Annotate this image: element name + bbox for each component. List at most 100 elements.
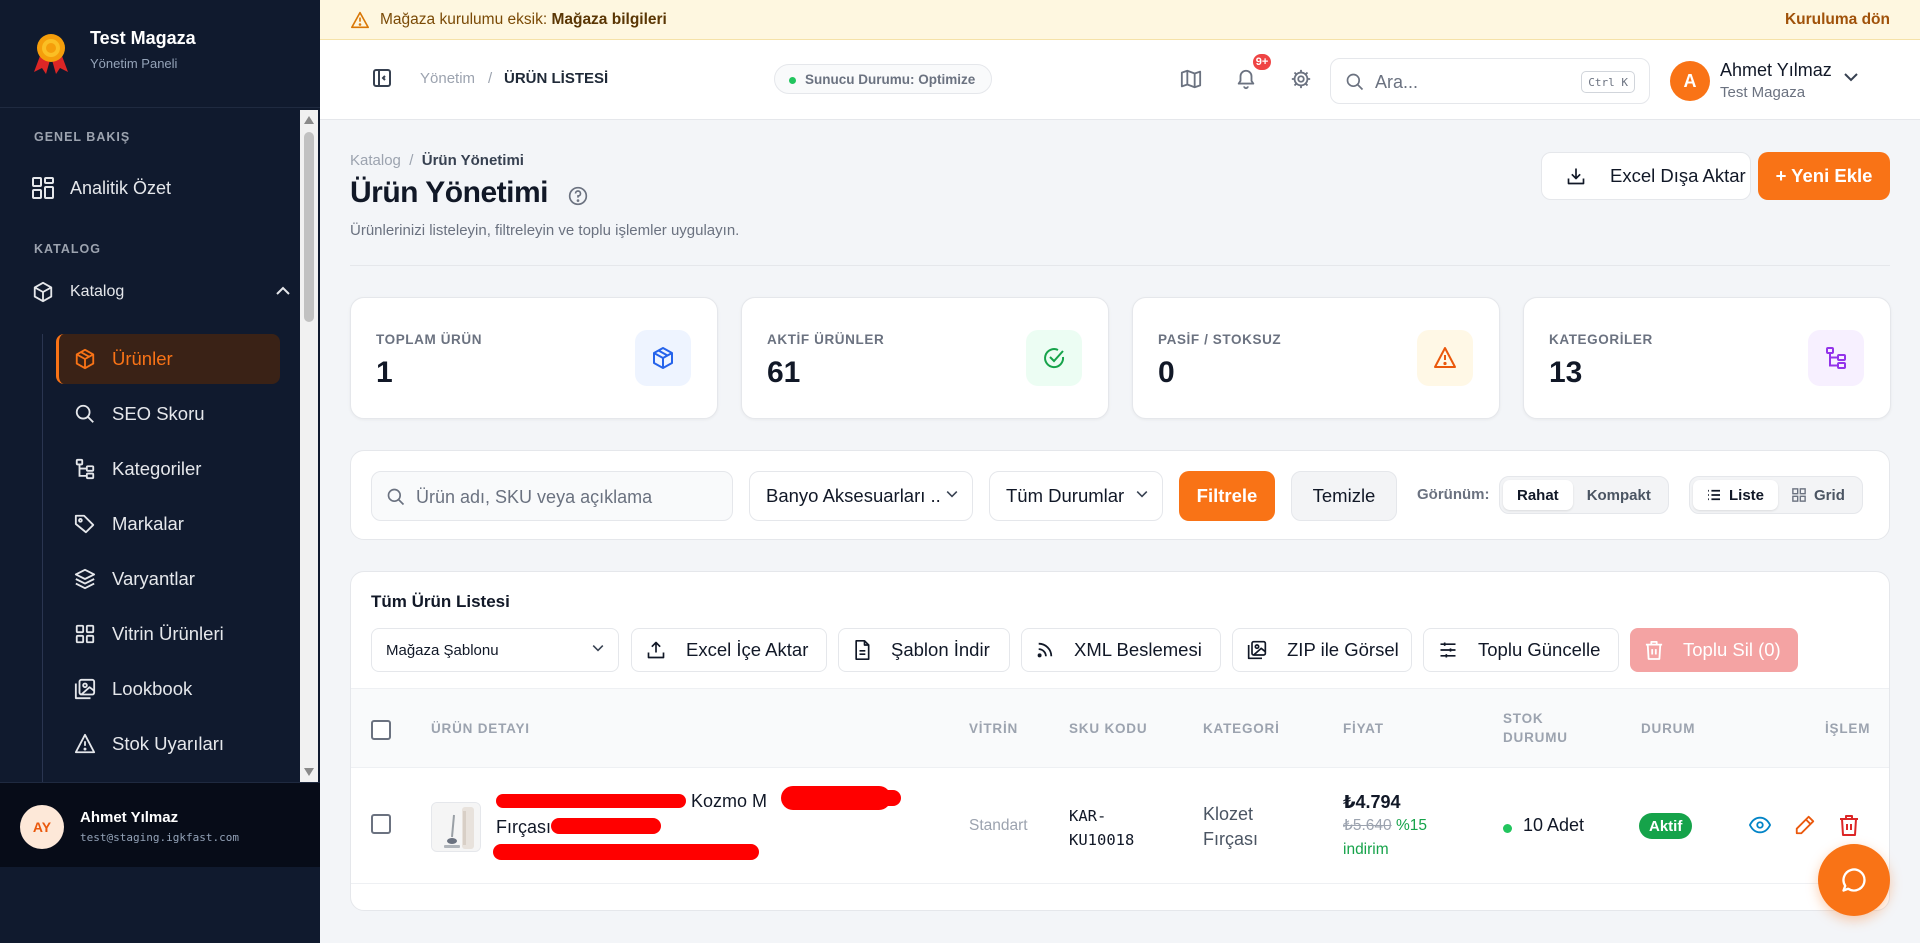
sidebar-item-label: Kategoriler (112, 458, 202, 479)
submenu-guide-line (42, 334, 43, 782)
gear-icon[interactable] (1290, 68, 1312, 90)
discount-percent: %15 (1395, 817, 1427, 834)
xml-feed-button[interactable]: XML Beslemesi (1021, 628, 1221, 672)
density-compact[interactable]: Kompakt (1573, 480, 1665, 510)
scrollbar-thumb[interactable] (304, 132, 314, 322)
sidebar-item-brands[interactable]: Markalar (56, 499, 280, 549)
density-toggle: Rahat Kompakt (1499, 476, 1669, 514)
redaction-mark (493, 844, 759, 860)
bell-icon[interactable] (1235, 68, 1257, 90)
box-icon (635, 330, 691, 386)
column-header-stock[interactable]: STOK DURUMU (1503, 709, 1568, 747)
upload-icon (646, 640, 666, 660)
stat-card-active-products: AKTİF ÜRÜNLER 61 (741, 297, 1109, 419)
stat-label: PASİF / STOKSUZ (1158, 332, 1282, 347)
chevron-down-icon (592, 644, 604, 652)
column-header-sku[interactable]: SKU KODU (1069, 719, 1147, 738)
product-search[interactable] (371, 471, 733, 521)
bulk-delete-button[interactable]: Toplu Sil (0) (1630, 628, 1798, 672)
filter-button[interactable]: Filtrele (1179, 471, 1275, 521)
sidebar-item-label: SEO Skoru (112, 403, 205, 424)
chat-button[interactable] (1818, 844, 1890, 916)
pencil-icon[interactable] (1794, 814, 1816, 836)
sidebar-item-products[interactable]: Ürünler (56, 334, 280, 384)
layers-icon (72, 566, 98, 592)
chevron-up-icon[interactable] (276, 286, 290, 296)
excel-export-button[interactable]: Excel Dışa Aktar (1541, 152, 1751, 200)
avatar[interactable]: A (1670, 61, 1710, 101)
row-checkbox[interactable] (371, 814, 391, 834)
sidebar-item-stock-alerts[interactable]: Stok Uyarıları (56, 719, 280, 769)
view-label: Görünüm: (1417, 486, 1490, 503)
status-select[interactable]: Tüm Durumlar (989, 471, 1163, 521)
clear-button[interactable]: Temizle (1291, 471, 1397, 521)
stat-value: 0 (1158, 356, 1175, 389)
redaction-mark (496, 794, 686, 808)
chevron-down-icon[interactable] (1844, 72, 1858, 82)
excel-import-button[interactable]: Excel İçe Aktar (631, 628, 827, 672)
column-header-status[interactable]: DURUM (1641, 719, 1695, 738)
column-header-price[interactable]: FİYAT (1343, 719, 1384, 738)
redaction-mark (551, 818, 661, 834)
global-search-input[interactable] (1375, 69, 1575, 95)
zip-image-button[interactable]: ZIP ile Görsel (1232, 628, 1412, 672)
table-header: ÜRÜN DETAYI VİTRİN SKU KODU KATEGORİ FİY… (351, 688, 1889, 768)
sidebar-user-name: Ahmet Yılmaz (80, 809, 179, 826)
section-label-catalog: KATALOG (34, 242, 101, 256)
help-circle-icon[interactable] (568, 186, 588, 206)
trash-icon (1645, 640, 1663, 660)
sidebar-item-label: Analitik Özet (70, 177, 172, 198)
column-header-showcase[interactable]: VİTRİN (969, 719, 1018, 738)
eye-icon[interactable] (1749, 814, 1771, 836)
scroll-down-arrow-icon[interactable] (304, 768, 314, 776)
sidebar-item-lookbook[interactable]: Lookbook (56, 664, 280, 714)
trash-icon[interactable] (1839, 814, 1859, 836)
user-name[interactable]: Ahmet Yılmaz (1720, 60, 1832, 81)
sidebar-user[interactable]: AY Ahmet Yılmaz test@staging.igkfast.com (0, 782, 320, 867)
layout-list[interactable]: Liste (1693, 480, 1779, 510)
return-to-setup-link[interactable]: Kuruluma dön (1785, 11, 1890, 29)
page-breadcrumb: Katalog / Ürün Yönetimi (350, 152, 524, 169)
product-search-input[interactable] (416, 484, 716, 510)
sidebar-item-showcase[interactable]: Vitrin Ürünleri (56, 609, 280, 659)
breadcrumb-root[interactable]: Katalog (350, 152, 401, 169)
add-new-button[interactable]: + Yeni Ekle (1758, 152, 1890, 200)
column-header-product[interactable]: ÜRÜN DETAYI (431, 719, 530, 738)
map-icon[interactable] (1180, 68, 1202, 90)
product-thumbnail[interactable] (431, 802, 481, 852)
table-title: Tüm Ürün Listesi (371, 592, 510, 611)
sidebar-item-catalog[interactable]: Katalog (30, 270, 290, 314)
sidebar-item-seo[interactable]: SEO Skoru (56, 389, 280, 439)
breadcrumb-current: Ürün Yönetimi (421, 152, 524, 169)
search-shortcut-hint: Ctrl K (1581, 71, 1635, 93)
breadcrumb-root[interactable]: Yönetim (420, 70, 475, 87)
scroll-up-arrow-icon[interactable] (304, 116, 314, 124)
global-search[interactable]: Ctrl K (1330, 58, 1650, 104)
layout-grid[interactable]: Grid (1778, 480, 1859, 510)
filter-bar: Banyo Aksesuarları .. Tüm Durumlar Filtr… (350, 450, 1890, 540)
density-comfortable[interactable]: Rahat (1503, 480, 1573, 510)
sidebar-item-categories[interactable]: Kategoriler (56, 444, 280, 494)
template-select[interactable]: Mağaza Şablonu (371, 628, 619, 672)
column-header-actions: İŞLEM (1825, 721, 1871, 736)
sidebar-item-variants[interactable]: Varyantlar (56, 554, 280, 604)
stat-value: 61 (767, 356, 801, 389)
warning-icon (350, 11, 370, 29)
column-header-category[interactable]: KATEGORİ (1203, 719, 1280, 738)
bulk-update-button[interactable]: Toplu Güncelle (1423, 628, 1619, 672)
product-table-card: Tüm Ürün Listesi Mağaza Şablonu Excel İç… (350, 571, 1890, 911)
category-select[interactable]: Banyo Aksesuarları .. (749, 471, 973, 521)
stat-card-total-products: TOPLAM ÜRÜN 1 (350, 297, 718, 419)
sidebar-nav: GENEL BAKIŞ Analitik Özet KATALOG Katalo… (0, 110, 300, 782)
select-all-checkbox[interactable] (371, 720, 391, 740)
sidebar-item-analytics[interactable]: Analitik Özet (30, 166, 290, 210)
file-icon (853, 640, 871, 660)
template-download-button[interactable]: Şablon İndir (838, 628, 1010, 672)
layout-toggle: Liste Grid (1689, 476, 1863, 514)
server-status-badge: Sunucu Durumu: Optimize (774, 64, 993, 94)
stat-label: KATEGORİLER (1549, 332, 1653, 347)
sidebar-scrollbar[interactable] (300, 110, 318, 782)
sidebar-toggle-icon[interactable] (372, 68, 392, 88)
box-icon (72, 346, 98, 372)
sidebar-user-email: test@staging.igkfast.com (80, 831, 239, 844)
